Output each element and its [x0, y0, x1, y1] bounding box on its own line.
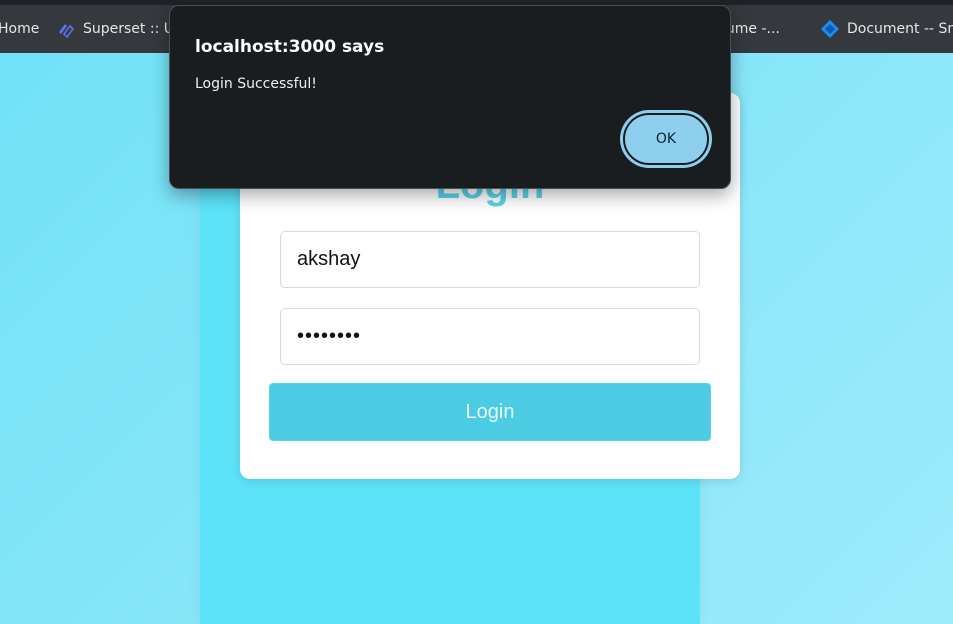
alert-message: Login Successful!	[195, 76, 317, 92]
superset-icon	[56, 19, 76, 39]
bookmark-label: Superset :: Ur	[83, 21, 180, 37]
bookmark-home[interactable]: Home	[0, 5, 39, 53]
bookmark-label: Home	[0, 21, 40, 37]
password-input[interactable]	[280, 308, 700, 365]
username-input[interactable]	[280, 231, 700, 288]
bookmark-superset[interactable]: Superset :: Ur	[56, 5, 180, 53]
ok-button[interactable]: OK	[623, 113, 709, 165]
alert-title: localhost:3000 says	[195, 37, 385, 57]
bookmark-document[interactable]: Document -- Sm	[820, 5, 953, 53]
diamond-icon	[820, 19, 840, 39]
login-button[interactable]: Login	[269, 383, 711, 441]
bookmark-label: Document -- Sm	[847, 21, 953, 37]
alert-dialog: localhost:3000 says Login Successful! OK	[169, 5, 731, 189]
